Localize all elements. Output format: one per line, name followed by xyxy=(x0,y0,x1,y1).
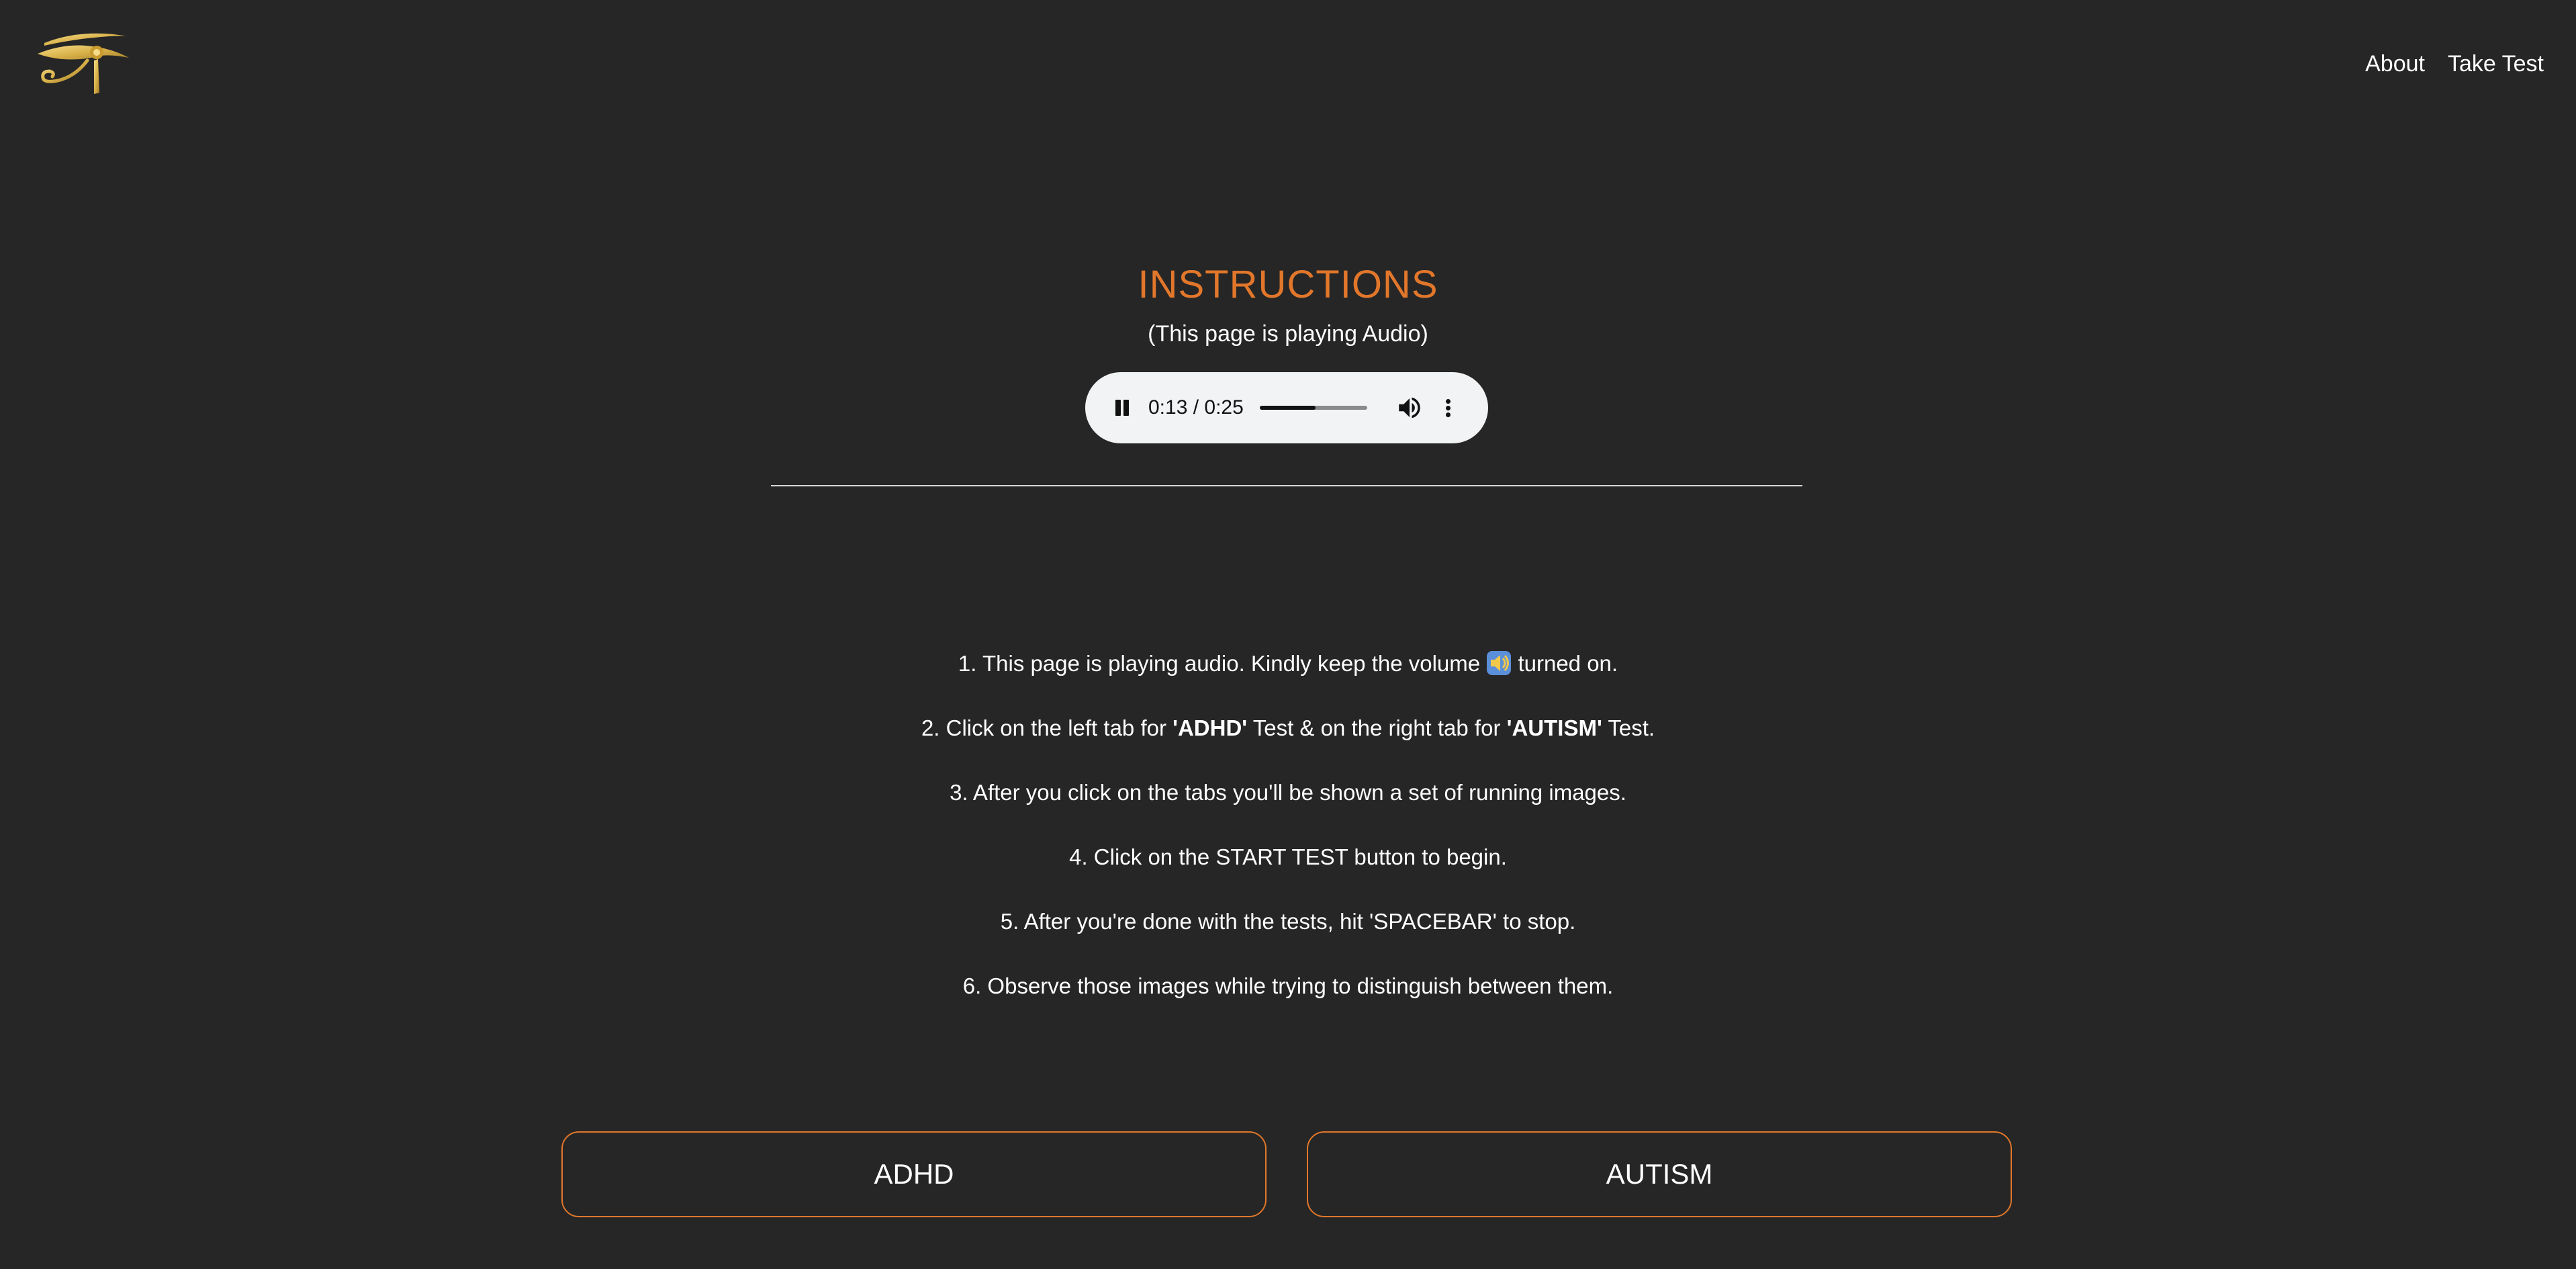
autism-button[interactable]: AUTISM xyxy=(1307,1131,2012,1217)
instruction-text: Test. xyxy=(1602,715,1655,740)
page: About Take Test INSTRUCTIONS (This page … xyxy=(0,0,2576,1269)
instruction-item: 6. Observe those images while trying to … xyxy=(962,973,1614,998)
audio-time-display: 0:13 / 0:25 xyxy=(1148,396,1244,419)
pause-icon[interactable] xyxy=(1109,396,1134,420)
instruction-item: 2. Click on the left tab for 'ADHD' Test… xyxy=(0,713,2576,777)
page-subtitle: (This page is playing Audio) xyxy=(1148,321,1428,347)
volume-icon[interactable] xyxy=(1395,394,1424,422)
instruction-item: 3. After you click on the tabs you'll be… xyxy=(950,780,1626,805)
instruction-item: 1. This page is playing audio. Kindly ke… xyxy=(0,648,2576,713)
top-nav: About Take Test xyxy=(2365,51,2544,77)
speaker-volume-icon xyxy=(1487,651,1512,675)
nav-take-test-link[interactable]: Take Test xyxy=(2448,51,2544,77)
instruction-text: 2. Click on the left tab for xyxy=(921,715,1173,740)
page-title: INSTRUCTIONS xyxy=(1138,263,1438,306)
adhd-button[interactable]: ADHD xyxy=(561,1131,1267,1217)
instruction-bold-autism: 'AUTISM' xyxy=(1506,715,1602,740)
instruction-text: turned on. xyxy=(1512,651,1618,676)
instruction-text: Test & on the right tab for xyxy=(1247,715,1507,740)
instruction-item: 5. After you're done with the tests, hit… xyxy=(1000,909,1576,934)
divider xyxy=(771,485,1802,486)
instructions-list: 1. This page is playing audio. Kindly ke… xyxy=(0,648,2576,1035)
eye-of-horus-icon[interactable] xyxy=(35,27,130,98)
instruction-bold-adhd: 'ADHD' xyxy=(1172,715,1248,740)
instruction-text: 1. This page is playing audio. Kindly ke… xyxy=(958,651,1487,676)
more-vertical-icon[interactable] xyxy=(1440,394,1456,422)
instruction-item: 4. Click on the START TEST button to beg… xyxy=(1069,844,1507,869)
nav-about-link[interactable]: About xyxy=(2365,51,2425,77)
audio-player[interactable]: 0:13 / 0:25 xyxy=(1085,372,1488,443)
audio-progress-bar[interactable] xyxy=(1260,406,1367,410)
audio-progress-fill xyxy=(1260,406,1316,410)
